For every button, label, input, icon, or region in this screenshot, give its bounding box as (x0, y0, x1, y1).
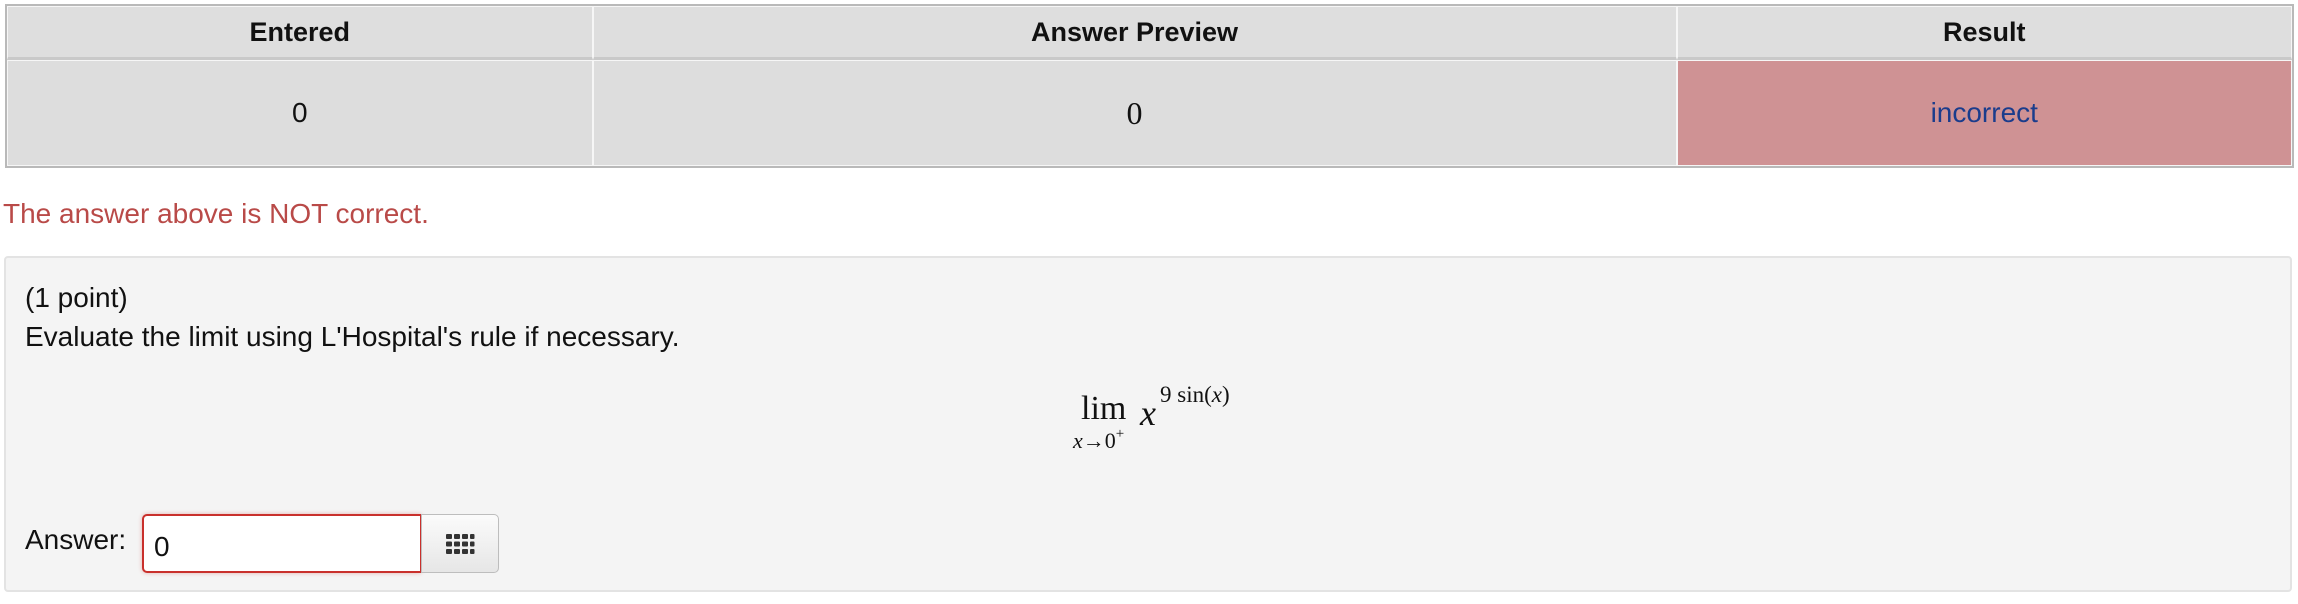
table-row: 0 0 incorrect (7, 60, 2292, 166)
status-message: The answer above is NOT correct. (3, 198, 429, 229)
entered-cell: 0 (7, 60, 593, 166)
result-cell: incorrect (1676, 60, 2292, 166)
power-base: x (1140, 393, 1156, 433)
keypad-grid-icon (446, 533, 475, 554)
lim-variable: x (1073, 428, 1083, 453)
exponent-function: sin (1177, 382, 1205, 407)
problem-panel: (1 point) Evaluate the limit using L'Hos… (4, 256, 2292, 592)
results-header-row: Entered Answer Preview Result (7, 6, 2292, 60)
header-result: Result (1676, 6, 2292, 60)
header-entered: Entered (7, 6, 593, 60)
exponent-argument: x (1211, 382, 1222, 407)
lim-arrow: → (1082, 428, 1105, 453)
lim-subscript: x→0+ (1073, 426, 1124, 454)
answer-input[interactable] (142, 514, 421, 573)
results-table: Entered Answer Preview Result 0 0 incorr… (5, 4, 2294, 168)
power-exponent: 9 sin(x) (1160, 382, 1230, 407)
exponent-coefficient: 9 (1160, 382, 1172, 407)
keypad-button[interactable] (421, 514, 499, 573)
lim-approach-side: + (1115, 426, 1125, 442)
page: Entered Answer Preview Result 0 0 incorr… (0, 0, 2298, 604)
lim-operator: lim (1081, 390, 1127, 427)
lim-approach-value: 0 (1104, 428, 1116, 453)
answer-label: Answer: (25, 524, 127, 555)
answer-preview-cell: 0 (592, 60, 1677, 166)
problem-prompt: Evaluate the limit using L'Hospital's ru… (25, 321, 680, 352)
problem-points: (1 point) (25, 282, 128, 313)
header-answer-preview: Answer Preview (592, 6, 1677, 60)
limit-expression: lim x→0+ x 9 sin(x) (1068, 382, 1268, 462)
